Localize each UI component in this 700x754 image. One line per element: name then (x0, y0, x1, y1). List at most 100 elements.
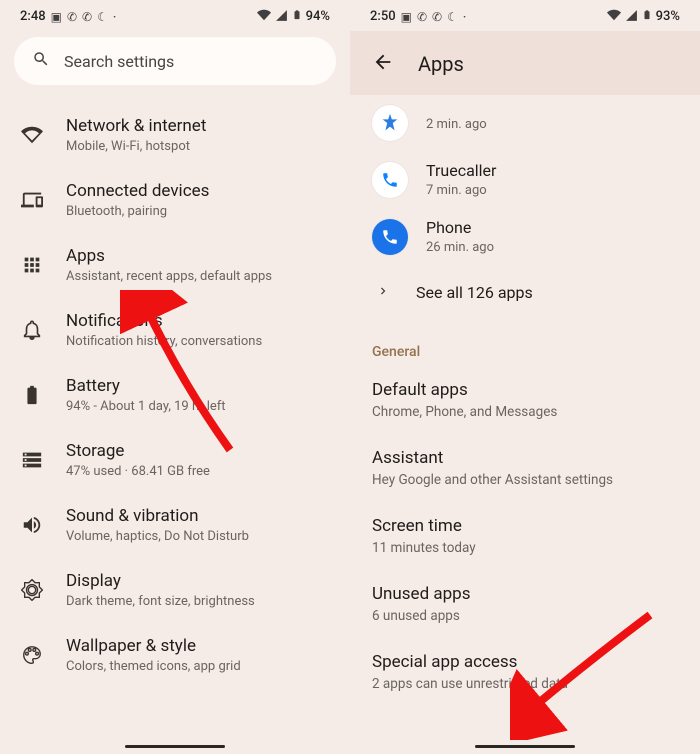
item-sub: 2 apps can use unrestricted data (372, 676, 678, 692)
app-row-phone[interactable]: Phone 26 min. ago (350, 208, 700, 265)
settings-item-display[interactable]: Display Dark theme, font size, brightnes… (0, 558, 350, 623)
item-sub: Colors, themed icons, app grid (66, 659, 332, 674)
app-row-truecaller[interactable]: Truecaller 7 min. ago (350, 151, 700, 208)
settings-item-connected-devices[interactable]: Connected devices Bluetooth, pairing (0, 168, 350, 233)
settings-list: Network & internet Mobile, Wi-Fi, hotspo… (0, 103, 350, 688)
home-indicator[interactable] (125, 745, 225, 748)
battery-icon (642, 8, 652, 25)
item-title: Connected devices (66, 181, 332, 201)
clock: 2:48 (20, 9, 46, 24)
item-title: Default apps (372, 380, 678, 400)
settings-item-notifications[interactable]: Notifications Notification history, conv… (0, 298, 350, 363)
general-item-assistant[interactable]: Assistant Hey Google and other Assistant… (350, 434, 700, 502)
item-title: Display (66, 571, 332, 591)
app-row[interactable]: 2 min. ago (350, 101, 700, 151)
item-title: Battery (66, 376, 332, 396)
call-icon-2: ✆ (432, 10, 442, 24)
search-placeholder: Search settings (64, 52, 174, 71)
item-sub: 47% used · 68.41 GB free (66, 464, 332, 479)
bell-icon (18, 319, 46, 341)
general-item-screen-time[interactable]: Screen time 11 minutes today (350, 502, 700, 570)
msg-icon: ▣ (51, 10, 62, 24)
app-time: 2 min. ago (426, 117, 678, 132)
wifi-icon (607, 8, 621, 25)
app-name: Phone (426, 218, 678, 237)
app-icon-phone (372, 219, 408, 255)
volume-icon (18, 514, 46, 536)
item-title: Wallpaper & style (66, 636, 332, 656)
signal-icon (275, 9, 288, 25)
general-item-special-access[interactable]: Special app access 2 apps can use unrest… (350, 638, 700, 706)
settings-item-wallpaper[interactable]: Wallpaper & style Colors, themed icons, … (0, 623, 350, 688)
item-title: Assistant (372, 448, 678, 468)
dot-icon: · (113, 10, 116, 24)
item-title: Network & internet (66, 116, 332, 136)
apps-screen: 2:50 ▣ ✆ ✆ ☾ · 93% Apps 2 min. ago (350, 0, 700, 754)
apps-header: Apps (350, 31, 700, 95)
status-bar: 2:50 ▣ ✆ ✆ ☾ · 93% (350, 0, 700, 31)
settings-screen: 2:48 ▣ ✆ ✆ ☾ · 94% Search settings (0, 0, 350, 754)
item-sub: Mobile, Wi-Fi, hotspot (66, 139, 332, 154)
section-header-general: General (350, 326, 700, 366)
item-sub: Assistant, recent apps, default apps (66, 269, 332, 284)
settings-item-storage[interactable]: Storage 47% used · 68.41 GB free (0, 428, 350, 493)
search-icon (32, 50, 50, 72)
msg-icon: ▣ (401, 10, 412, 24)
battery-pct: 94% (306, 9, 330, 24)
back-button[interactable] (372, 51, 394, 77)
item-sub: Hey Google and other Assistant settings (372, 472, 678, 488)
call-icon: ✆ (67, 10, 77, 24)
apps-icon (18, 254, 46, 276)
settings-item-sound[interactable]: Sound & vibration Volume, haptics, Do No… (0, 493, 350, 558)
item-sub: Volume, haptics, Do Not Disturb (66, 529, 332, 544)
battery-icon (18, 384, 46, 406)
item-sub: Dark theme, font size, brightness (66, 594, 332, 609)
palette-icon (18, 644, 46, 666)
wifi-icon (257, 8, 271, 25)
app-time: 26 min. ago (426, 240, 678, 255)
battery-pct: 93% (656, 9, 680, 24)
item-title: Sound & vibration (66, 506, 332, 526)
see-all-label: See all 126 apps (416, 283, 533, 302)
settings-item-network[interactable]: Network & internet Mobile, Wi-Fi, hotspo… (0, 103, 350, 168)
item-sub: Notification history, conversations (66, 334, 332, 349)
app-name: Truecaller (426, 161, 678, 180)
app-icon (372, 105, 408, 141)
page-title: Apps (418, 52, 464, 76)
general-item-unused-apps[interactable]: Unused apps 6 unused apps (350, 570, 700, 638)
status-bar: 2:48 ▣ ✆ ✆ ☾ · 94% (0, 0, 350, 31)
item-sub: Chrome, Phone, and Messages (372, 404, 678, 420)
recent-apps-list: 2 min. ago Truecaller 7 min. ago Phone 2… (350, 95, 700, 326)
signal-icon (625, 9, 638, 25)
wifi-icon (18, 124, 46, 146)
item-title: Unused apps (372, 584, 678, 604)
battery-icon (292, 8, 302, 25)
see-all-apps[interactable]: See all 126 apps (350, 265, 700, 320)
item-sub: Bluetooth, pairing (66, 204, 332, 219)
clock: 2:50 (370, 9, 396, 24)
devices-icon (18, 189, 46, 211)
search-settings[interactable]: Search settings (14, 37, 336, 85)
item-title: Screen time (372, 516, 678, 536)
storage-icon (18, 449, 46, 471)
app-time: 7 min. ago (426, 183, 678, 198)
brightness-icon (18, 579, 46, 601)
item-sub: 6 unused apps (372, 608, 678, 624)
item-sub: 94% - About 1 day, 19 hr left (66, 399, 332, 414)
item-title: Special app access (372, 652, 678, 672)
chevron-right-icon (376, 283, 390, 302)
dnd-icon: ☾ (447, 10, 458, 24)
call-icon: ✆ (417, 10, 427, 24)
dnd-icon: ☾ (97, 10, 108, 24)
call-icon-2: ✆ (82, 10, 92, 24)
item-title: Storage (66, 441, 332, 461)
item-title: Notifications (66, 311, 332, 331)
home-indicator[interactable] (475, 745, 575, 748)
settings-item-apps[interactable]: Apps Assistant, recent apps, default app… (0, 233, 350, 298)
general-item-default-apps[interactable]: Default apps Chrome, Phone, and Messages (350, 366, 700, 434)
item-title: Apps (66, 246, 332, 266)
settings-item-battery[interactable]: Battery 94% - About 1 day, 19 hr left (0, 363, 350, 428)
item-sub: 11 minutes today (372, 540, 678, 556)
dot-icon: · (463, 10, 466, 24)
app-icon-truecaller (372, 162, 408, 198)
